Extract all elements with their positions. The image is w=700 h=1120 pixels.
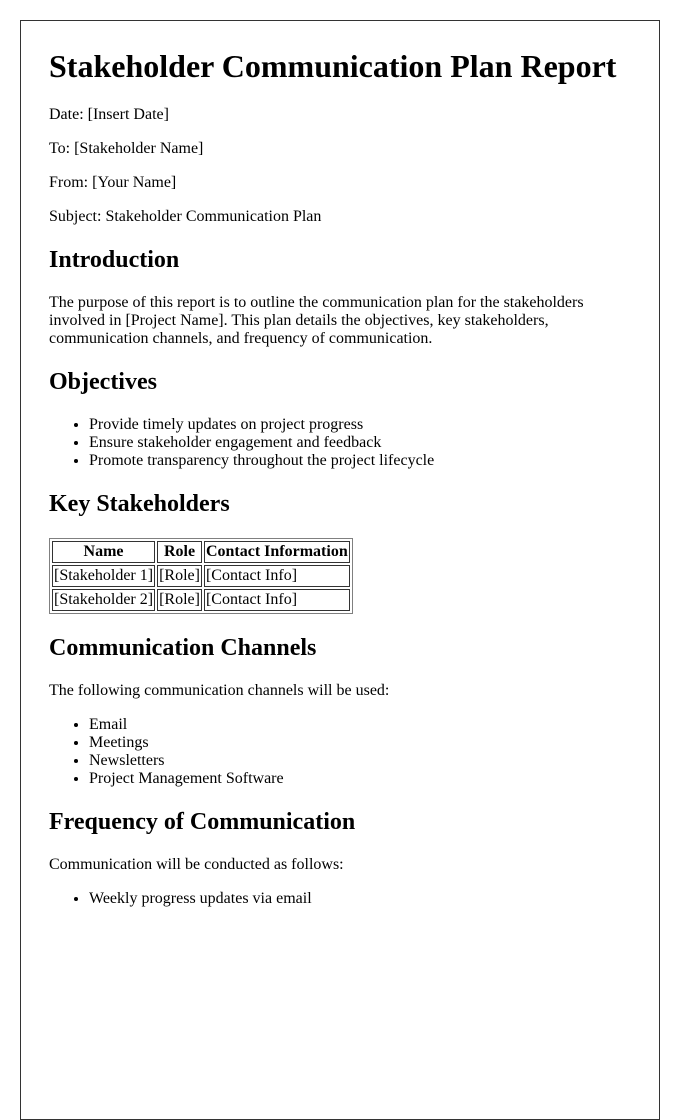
table-header-row: Name Role Contact Information <box>52 541 350 563</box>
list-item: Email <box>89 716 631 734</box>
communication-channels-list: Email Meetings Newsletters Project Manag… <box>49 716 631 788</box>
introduction-section: Introduction The purpose of this report … <box>49 246 631 348</box>
from-line: From: [Your Name] <box>49 174 177 191</box>
cell-contact: [Contact Info] <box>203 565 350 587</box>
column-header-contact: Contact Information <box>203 541 350 563</box>
page-title: Stakeholder Communication Plan Report <box>49 48 617 84</box>
introduction-body: The purpose of this report is to outline… <box>49 294 584 347</box>
frequency-list: Weekly progress updates via email <box>49 890 631 908</box>
list-item: Ensure stakeholder engagement and feedba… <box>89 434 631 452</box>
objectives-section: Objectives Provide timely updates on pro… <box>49 368 631 470</box>
subject-line: Subject: Stakeholder Communication Plan <box>49 208 322 225</box>
frequency-intro: Communication will be conducted as follo… <box>49 856 344 873</box>
frequency-section: Frequency of Communication Communication… <box>49 808 631 908</box>
communication-channels-heading: Communication Channels <box>49 635 317 661</box>
list-item: Weekly progress updates via email <box>89 890 631 908</box>
communication-channels-section: Communication Channels The following com… <box>49 634 631 788</box>
list-item: Project Management Software <box>89 770 631 788</box>
objectives-list: Provide timely updates on project progre… <box>49 416 631 470</box>
list-item: Newsletters <box>89 752 631 770</box>
cell-role: [Role] <box>157 589 202 611</box>
cell-name: [Stakeholder 2] <box>52 589 156 611</box>
list-item: Meetings <box>89 734 631 752</box>
table-row: [Stakeholder 1] [Role] [Contact Info] <box>52 565 350 587</box>
column-header-name: Name <box>52 541 156 563</box>
table-row: [Stakeholder 2] [Role] [Contact Info] <box>52 589 350 611</box>
list-item: Provide timely updates on project progre… <box>89 416 631 434</box>
introduction-heading: Introduction <box>49 247 180 273</box>
cell-contact: [Contact Info] <box>203 589 350 611</box>
key-stakeholders-heading: Key Stakeholders <box>49 491 230 517</box>
communication-channels-intro: The following communication channels wil… <box>49 682 390 699</box>
column-header-role: Role <box>157 541 202 563</box>
report-page: Stakeholder Communication Plan Report Da… <box>20 20 660 1120</box>
cell-name: [Stakeholder 1] <box>52 565 156 587</box>
frequency-heading: Frequency of Communication <box>49 809 356 835</box>
list-item: Promote transparency throughout the proj… <box>89 452 631 470</box>
to-line: To: [Stakeholder Name] <box>49 140 204 157</box>
date-line: Date: [Insert Date] <box>49 106 169 123</box>
objectives-heading: Objectives <box>49 369 157 395</box>
stakeholders-table: Name Role Contact Information [Stakehold… <box>49 538 353 614</box>
key-stakeholders-section: Key Stakeholders Name Role Contact Infor… <box>49 490 631 614</box>
cell-role: [Role] <box>157 565 202 587</box>
